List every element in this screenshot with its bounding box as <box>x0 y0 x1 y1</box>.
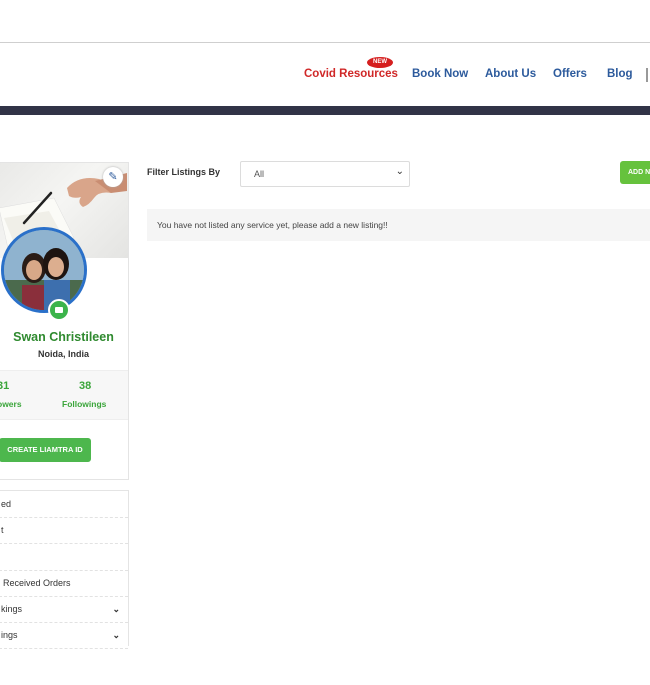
header-bar <box>0 106 650 115</box>
chevron-down-icon[interactable]: ⌄ <box>112 622 120 648</box>
sidebar-item-label: ed <box>1 499 12 509</box>
follow-stats: 31 owers 38 Followings <box>0 370 128 420</box>
sidebar-item-label: kings <box>1 604 23 614</box>
sidebar-item-bookings[interactable]: kings ⌄ <box>0 596 128 623</box>
sidebar-item-1[interactable]: ed <box>0 491 128 518</box>
add-new-listing-button[interactable]: ADD N <box>620 161 650 184</box>
nav-about-us[interactable]: About Us <box>485 68 536 80</box>
nav-blog[interactable]: Blog <box>607 68 633 80</box>
avatar[interactable] <box>1 227 87 313</box>
followings-label[interactable]: Followings <box>62 399 106 409</box>
create-liamtra-id-button[interactable]: CREATE LIAMTRA ID <box>0 438 91 462</box>
chevron-down-icon: ⌄ <box>395 166 404 177</box>
sidebar-item-label: t <box>1 525 4 535</box>
filter-select[interactable]: All ⌄ <box>240 161 410 187</box>
followings-count[interactable]: 38 <box>79 380 91 392</box>
profile-location: Noida, India <box>37 349 89 359</box>
sidebar-item-2[interactable]: t <box>0 517 128 544</box>
nav-covid-resources[interactable]: Covid Resources <box>304 68 398 80</box>
avatar-photo <box>4 230 84 310</box>
nav-offers[interactable]: Offers <box>553 68 587 80</box>
profile-card: ✎ Swan Christileen Noida, India 31 owers… <box>0 162 129 480</box>
sidebar-menu: ed t Received Orders kings ⌄ ings ⌄ <box>0 490 129 649</box>
sidebar-item-label: ings <box>1 630 18 640</box>
followers-label[interactable]: owers <box>0 399 22 409</box>
sidebar-item-listings[interactable]: ings ⌄ <box>0 622 128 649</box>
sidebar-item-3[interactable] <box>0 544 128 571</box>
header-divider <box>0 42 650 43</box>
new-badge: NEW <box>367 57 393 68</box>
filter-selected-value: All <box>254 169 265 179</box>
chevron-down-icon[interactable]: ⌄ <box>112 596 120 622</box>
sidebar-item-received-orders[interactable]: Received Orders <box>0 570 128 597</box>
sidebar-item-label: Received Orders <box>3 578 71 588</box>
notice-text: You have not listed any service yet, ple… <box>157 220 388 230</box>
nav-book-now[interactable]: Book Now <box>412 68 468 80</box>
nav-item-cutoff[interactable] <box>646 68 648 82</box>
empty-listings-notice: You have not listed any service yet, ple… <box>147 209 650 241</box>
profile-name: Swan Christileen <box>13 330 114 344</box>
filter-label: Filter Listings By <box>147 167 221 177</box>
edit-cover-icon[interactable]: ✎ <box>103 167 123 187</box>
followers-count[interactable]: 31 <box>0 380 9 392</box>
camera-icon[interactable] <box>48 299 70 321</box>
